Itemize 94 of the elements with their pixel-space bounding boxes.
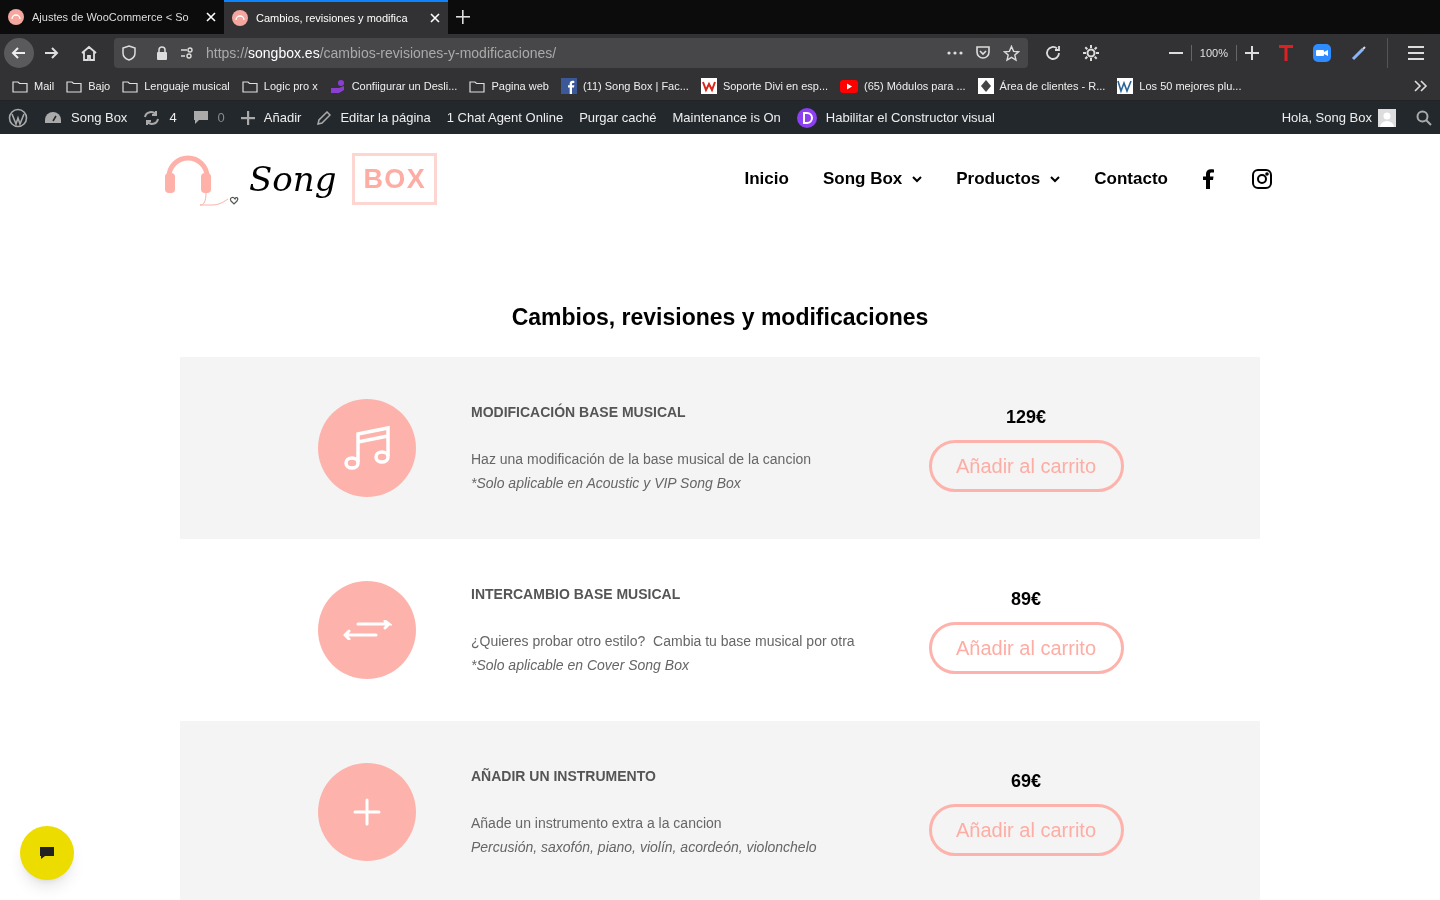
chat-button[interactable]: [20, 826, 74, 880]
close-icon[interactable]: [430, 13, 440, 23]
swap-arrows-icon: [342, 619, 392, 640]
gear-icon[interactable]: [1082, 44, 1100, 62]
zoom-level[interactable]: 100%: [1190, 44, 1237, 62]
permissions-icon[interactable]: [180, 47, 194, 59]
bookmark[interactable]: Lenguaje musical: [144, 77, 230, 95]
search-icon[interactable]: [1416, 109, 1432, 126]
admin-bar-item[interactable]: Maintenance is On: [672, 107, 781, 128]
facebook-icon: [560, 78, 577, 94]
address-bar[interactable]: https://songbox.es/cambios-revisiones-y-modificaciones/: [114, 38, 1028, 68]
price: 69€: [1010, 769, 1041, 793]
star-icon[interactable]: [1003, 44, 1020, 62]
chevron-down-icon[interactable]: [1050, 175, 1061, 183]
bookmark[interactable]: (65) Módulos para ...: [864, 77, 966, 95]
admin-bar-item[interactable]: Purgar caché: [579, 107, 657, 128]
divi-icon: [796, 107, 817, 128]
page-title: Cambios, revisiones y modificaciones: [510, 303, 930, 332]
product-title: AÑADIR UN INSTRUMENTO: [471, 766, 657, 786]
product-note: Percusión, saxofón, piano, violín, acordeón, violonchelo: [471, 837, 818, 857]
reload-icon[interactable]: [1044, 44, 1062, 62]
price: 129€: [1005, 405, 1046, 429]
wordpress-icon[interactable]: [8, 107, 28, 128]
refresh-icon: [143, 109, 161, 126]
product-title: INTERCAMBIO BASE MUSICAL: [471, 584, 682, 604]
camera-icon[interactable]: [1313, 44, 1331, 62]
nav-link[interactable]: Inicio: [744, 166, 789, 192]
product-note: *Solo aplicable en Acoustic y VIP Song Box: [471, 473, 742, 493]
admin-bar-item[interactable]: Habilitar el Constructor visual: [825, 107, 995, 128]
wv-icon: [1117, 78, 1134, 94]
chevrons-icon[interactable]: [1414, 80, 1428, 92]
headphones-icon: [8, 9, 24, 25]
extension-icon[interactable]: [1279, 45, 1293, 61]
product-description: Haz una modificación de la base musical de la cancion: [471, 449, 813, 469]
admin-bar-item[interactable]: Song Box: [71, 107, 128, 128]
headphones-icon: [232, 10, 248, 26]
product-note: *Solo aplicable en Cover Song Box: [471, 655, 690, 675]
play-icon: [840, 79, 859, 93]
bookmark[interactable]: Confiigurar un Desli...: [351, 77, 458, 95]
folder-icon: [12, 79, 28, 93]
bookmark[interactable]: Pagina web: [491, 77, 549, 95]
comment-icon: [192, 110, 209, 125]
product-title: MODIFICACIÓN BASE MUSICAL: [471, 402, 687, 422]
instagram-icon[interactable]: [1252, 169, 1272, 189]
browser-tab[interactable]: Cambios, revisiones y modifica: [224, 0, 448, 34]
product-description: Añade un instrumento extra a la cancion: [471, 813, 723, 833]
bookmark[interactable]: Mail: [34, 77, 55, 95]
nav-link[interactable]: Song Box: [822, 166, 903, 192]
lock-icon[interactable]: [156, 46, 168, 60]
chat-icon: [39, 846, 55, 860]
folder-icon: [66, 79, 83, 93]
plus-icon: [240, 110, 255, 125]
folder-icon: [469, 79, 486, 93]
zoom-in-icon[interactable]: [1245, 46, 1259, 60]
nav-link[interactable]: Contacto: [1094, 166, 1168, 192]
logo-box: BOX: [352, 152, 437, 206]
tab-title: Ajustes de WooCommerce < So: [32, 9, 190, 25]
chevron-down-icon[interactable]: [912, 175, 923, 183]
pen-icon[interactable]: [1351, 45, 1367, 61]
folder-icon: [241, 79, 258, 93]
admin-bar-item[interactable]: 0: [217, 107, 225, 128]
more-icon[interactable]: [947, 51, 963, 55]
url-text[interactable]: https://songbox.es/cambios-revisiones-y-modificaciones/: [206, 42, 557, 64]
menu-icon[interactable]: [1408, 46, 1424, 60]
bookmark[interactable]: Área de clientes - R...: [999, 77, 1106, 95]
new-tab-icon[interactable]: [456, 10, 470, 24]
close-icon[interactable]: [206, 12, 216, 22]
admin-bar-item[interactable]: Editar la página: [340, 107, 431, 128]
product-description: ¿Quieres probar otro estilo? Cambia tu base musical por otra: [471, 631, 856, 651]
avatar-icon: [1378, 108, 1396, 127]
nav-link[interactable]: Productos: [956, 166, 1041, 192]
pencil-icon: [317, 110, 332, 125]
bookmark[interactable]: (11) Song Box | Fac...: [582, 77, 689, 95]
folder-icon: [122, 79, 139, 93]
bookmark[interactable]: Los 50 mejores plu...: [1139, 77, 1242, 95]
music-note-icon: [342, 423, 392, 472]
browser-tab[interactable]: Ajustes de WooCommerce < So: [0, 0, 224, 34]
w-icon: [700, 78, 717, 94]
admin-bar-item[interactable]: 1 Chat Agent Online: [446, 107, 564, 128]
back-button[interactable]: [4, 38, 34, 68]
dashboard-icon: [44, 110, 62, 125]
tab-title: Cambios, revisiones y modifica: [256, 10, 409, 26]
home-icon[interactable]: [80, 44, 98, 62]
plus-icon: [353, 797, 381, 826]
bookmark[interactable]: Bajo: [88, 77, 111, 95]
facebook-icon[interactable]: [1202, 169, 1214, 189]
logo-script: Song: [249, 157, 337, 201]
bookmark[interactable]: Logic pro x: [263, 77, 318, 95]
bookmark[interactable]: Soporte Divi en esp...: [722, 77, 829, 95]
pocket-icon[interactable]: [975, 45, 991, 61]
greeting-link[interactable]: Hola, Song Box: [1281, 107, 1372, 128]
price: 89€: [1010, 587, 1041, 611]
admin-bar-item[interactable]: 4: [169, 107, 177, 128]
admin-bar-item[interactable]: Añadir: [263, 107, 302, 128]
